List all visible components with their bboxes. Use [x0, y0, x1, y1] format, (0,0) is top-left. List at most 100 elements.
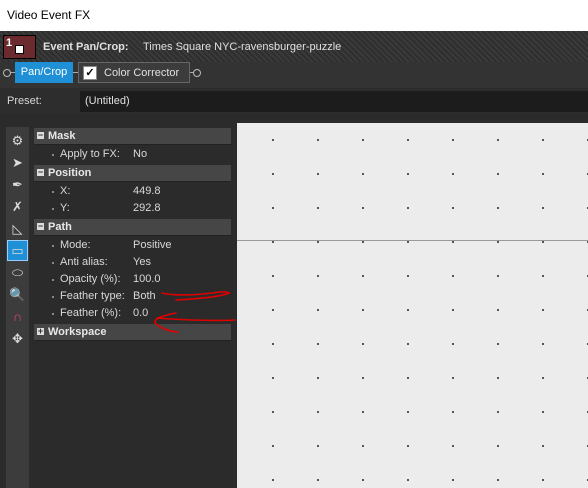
section-title: Mask: [48, 130, 76, 142]
grid-dot: [272, 343, 274, 345]
prop-opacity[interactable]: Opacity (%): 100.0: [34, 271, 231, 288]
grid-dot: [542, 377, 544, 379]
event-thumbnail-icon[interactable]: 1: [3, 35, 36, 59]
prop-value[interactable]: 449.8: [133, 185, 161, 197]
prop-apply-to-fx[interactable]: Apply to FX: No: [34, 146, 231, 163]
grid-dot: [452, 173, 454, 175]
collapse-icon[interactable]: −: [37, 222, 44, 231]
pen-remove-icon[interactable]: ✗: [8, 197, 27, 216]
prop-name: Apply to FX:: [60, 148, 120, 160]
grid-dot: [317, 275, 319, 277]
mask-toolbar: ⚙ ➤ ✒ ✗ ◺ ▭ ⬭ 🔍 ∩ ✥: [6, 127, 29, 488]
tab-color-corrector[interactable]: ✓ Color Corrector: [78, 62, 190, 83]
grid-dot: [317, 139, 319, 141]
color-corrector-checkbox[interactable]: ✓: [83, 66, 97, 80]
grid-dot: [362, 411, 364, 413]
preset-value: (Untitled): [85, 95, 130, 107]
grid-dot: [272, 275, 274, 277]
prop-value[interactable]: Positive: [133, 239, 172, 251]
tab-pan-crop[interactable]: Pan/Crop: [15, 62, 73, 83]
prop-feather[interactable]: Feather (%): 0.0: [34, 305, 231, 322]
grid-dot: [407, 343, 409, 345]
grid-dot: [542, 309, 544, 311]
grid-dot: [452, 241, 454, 243]
prop-name: Feather (%):: [60, 307, 122, 319]
section-mask[interactable]: − Mask: [34, 128, 231, 145]
collapse-icon[interactable]: −: [37, 168, 44, 177]
rectangle-icon[interactable]: ▭: [7, 240, 28, 261]
magnet-icon[interactable]: ∩: [8, 307, 27, 326]
zoom-icon[interactable]: 🔍: [8, 285, 27, 304]
grid-dot: [317, 445, 319, 447]
section-path[interactable]: − Path: [34, 219, 231, 236]
move-icon[interactable]: ✥: [8, 329, 27, 348]
grid-dot: [272, 139, 274, 141]
ellipse-icon[interactable]: ⬭: [8, 263, 27, 282]
prop-anti-alias[interactable]: Anti alias: Yes: [34, 254, 231, 271]
prop-name: Anti alias:: [60, 256, 108, 268]
gear-icon[interactable]: ⚙: [8, 131, 27, 150]
prop-name: X:: [60, 185, 71, 197]
grid-dot: [317, 343, 319, 345]
grid-dot: [362, 309, 364, 311]
grid-dot: [497, 241, 499, 243]
prop-feather-type[interactable]: Feather type: Both: [34, 288, 231, 305]
grid-dot: [497, 207, 499, 209]
prop-y[interactable]: Y: 292.8: [34, 200, 231, 217]
grid-dot: [362, 479, 364, 481]
grid-dot: [362, 207, 364, 209]
grid-dot: [362, 377, 364, 379]
grid-dot: [452, 309, 454, 311]
grid-dot: [497, 479, 499, 481]
grid-dot: [317, 173, 319, 175]
grid-dot: [362, 139, 364, 141]
prop-name: Feather type:: [60, 290, 125, 302]
prop-value[interactable]: 0.0: [133, 307, 148, 319]
prop-value[interactable]: No: [133, 148, 147, 160]
grid-dot: [272, 411, 274, 413]
grid-dot: [362, 275, 364, 277]
grid-dot: [317, 411, 319, 413]
prop-value[interactable]: 100.0: [133, 273, 161, 285]
grid-dot: [542, 241, 544, 243]
mask-preview-canvas[interactable]: [237, 123, 588, 488]
grid-dot: [497, 377, 499, 379]
prop-value[interactable]: Yes: [133, 256, 151, 268]
grid-dot: [497, 309, 499, 311]
arrow-icon[interactable]: ➤: [8, 153, 27, 172]
window-title-bar: Video Event FX: [0, 0, 588, 31]
prop-name: Opacity (%):: [60, 273, 121, 285]
prop-value[interactable]: Both: [133, 290, 156, 302]
collapse-icon[interactable]: −: [37, 131, 44, 140]
grid-dot: [407, 241, 409, 243]
prop-mode[interactable]: Mode: Positive: [34, 237, 231, 254]
grid-dot: [272, 241, 274, 243]
prop-name: Mode:: [60, 239, 91, 251]
preset-dropdown[interactable]: (Untitled): [80, 91, 588, 112]
chain-end-node-icon: [193, 69, 201, 77]
grid-dot: [452, 411, 454, 413]
color-corrector-label: Color Corrector: [104, 67, 180, 79]
pen-icon[interactable]: ✒: [8, 175, 27, 194]
grid-dot: [542, 343, 544, 345]
section-workspace[interactable]: + Workspace: [34, 324, 231, 341]
anchor-icon[interactable]: ◺: [8, 219, 27, 238]
grid-dot: [272, 309, 274, 311]
expand-icon[interactable]: +: [37, 327, 44, 336]
grid-dot: [542, 207, 544, 209]
grid-dot: [407, 411, 409, 413]
prop-x[interactable]: X: 449.8: [34, 183, 231, 200]
grid-dot: [317, 241, 319, 243]
grid-dot: [362, 343, 364, 345]
preset-label: Preset:: [7, 95, 42, 107]
grid-dot: [497, 139, 499, 141]
grid-dot: [362, 445, 364, 447]
grid-dot: [407, 377, 409, 379]
grid-dot: [497, 445, 499, 447]
grid-dot: [407, 173, 409, 175]
preset-row: Preset: (Untitled): [0, 89, 588, 114]
prop-value[interactable]: 292.8: [133, 202, 161, 214]
grid-dot: [362, 173, 364, 175]
section-position[interactable]: − Position: [34, 165, 231, 182]
grid-dot: [497, 275, 499, 277]
